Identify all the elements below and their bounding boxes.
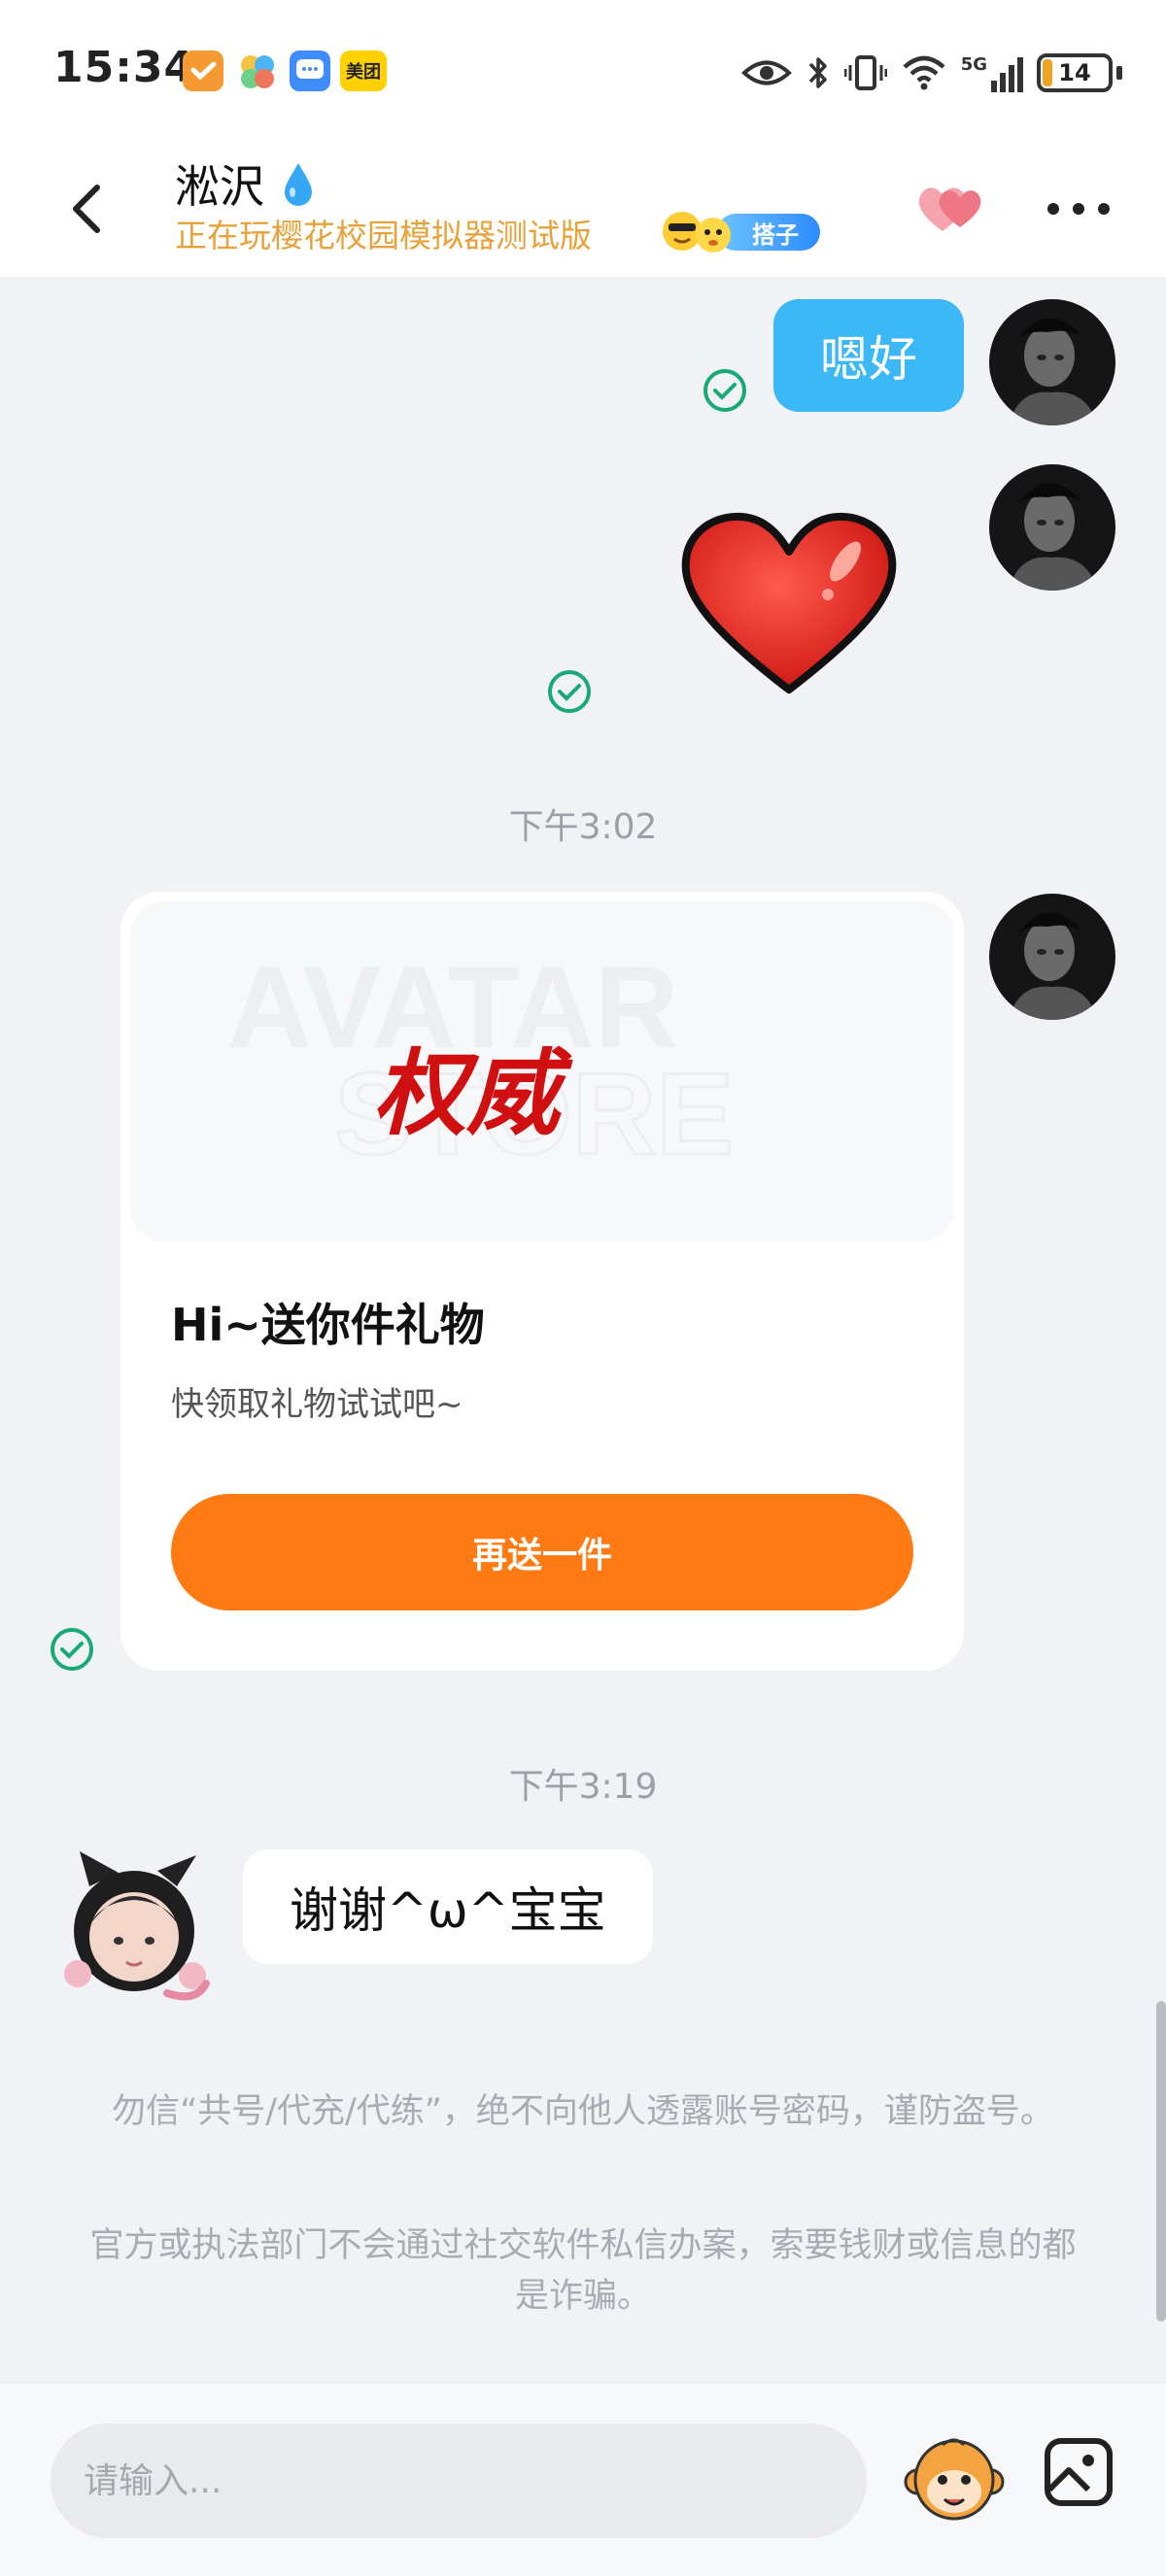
contact-status: 正在玩樱花校园模拟器测试版 xyxy=(175,217,592,254)
my-avatar[interactable] xyxy=(989,464,1115,591)
vibrate-icon xyxy=(843,55,887,90)
chevron-left-icon xyxy=(73,185,100,233)
gift-card[interactable]: AVATAR STORE 权威 Hi~送你件礼物 快领取礼物试试吧~ 再送一件 xyxy=(120,892,964,1671)
app-notification-icon xyxy=(183,51,223,91)
my-avatar[interactable] xyxy=(989,894,1115,1020)
incoming-message-text: 谢谢^ω^宝宝 xyxy=(290,1882,606,1939)
safety-notice: 勿信“共号/代充/代练”，绝不向他人透露账号密码，谨防盗号。 xyxy=(112,2092,1054,2131)
scrollbar-thumb[interactable] xyxy=(1156,2001,1166,2322)
safety-notice: 官方或执法部门不会通过社交软件私信办案，索要钱财或信息的都是诈骗。 xyxy=(89,2226,1077,2316)
incoming-message-bubble[interactable]: 谢谢^ω^宝宝 xyxy=(243,1849,653,1964)
image-picker-icon[interactable] xyxy=(1042,2435,1115,2509)
send-another-gift-button[interactable]: 再送一件 xyxy=(171,1494,913,1610)
input-bar xyxy=(0,2385,1166,2576)
gift-banner: AVATAR STORE 权威 xyxy=(130,901,954,1241)
chat-header: 淞沢 正在玩樱花校园模拟器测试版 搭子 xyxy=(0,146,1166,277)
emoji-monkey-icon[interactable] xyxy=(904,2431,1005,2528)
heart-sticker[interactable] xyxy=(674,505,904,699)
read-check-icon xyxy=(51,1628,93,1671)
wifi-icon xyxy=(903,55,945,90)
gift-banner-text: 权威 xyxy=(373,1038,560,1148)
status-time: 15:34 xyxy=(53,43,195,92)
message-app-icon xyxy=(290,51,330,91)
contact-name[interactable]: 淞沢 xyxy=(175,152,318,216)
more-icon[interactable] xyxy=(1040,194,1117,223)
battery-icon: 14 xyxy=(1037,53,1113,92)
outgoing-message-text: 嗯好 xyxy=(820,331,917,388)
bluetooth-icon xyxy=(808,57,827,88)
read-check-icon xyxy=(548,670,591,713)
message-timestamp: 下午3:19 xyxy=(508,1767,658,1807)
signal-5g-icon: 5G xyxy=(961,54,1023,92)
read-check-icon xyxy=(703,369,746,412)
system-icons: 5G 14 xyxy=(740,49,1122,97)
my-avatar[interactable] xyxy=(989,299,1115,425)
contact-avatar[interactable] xyxy=(51,1847,216,2013)
eye-icon xyxy=(740,60,792,85)
meituan-app-icon: 美团 xyxy=(340,51,387,91)
gift-description: 快领取礼物试试吧~ xyxy=(171,1385,463,1424)
gift-title: Hi~送你件礼物 xyxy=(171,1299,485,1351)
emoji-faces-icon xyxy=(663,212,731,253)
outgoing-message-bubble[interactable]: 嗯好 xyxy=(773,299,964,412)
back-button[interactable] xyxy=(58,170,117,248)
message-timestamp: 下午3:02 xyxy=(508,807,658,847)
battery-level: 14 xyxy=(1058,59,1091,86)
water-drop-icon xyxy=(284,163,312,206)
battery-tip xyxy=(1116,66,1122,80)
pinwheel-app-icon xyxy=(238,52,277,91)
message-input[interactable] xyxy=(51,2423,867,2538)
hearts-icon[interactable] xyxy=(913,173,991,241)
status-bar: 15:34 美团 5G 14 xyxy=(0,0,1166,146)
